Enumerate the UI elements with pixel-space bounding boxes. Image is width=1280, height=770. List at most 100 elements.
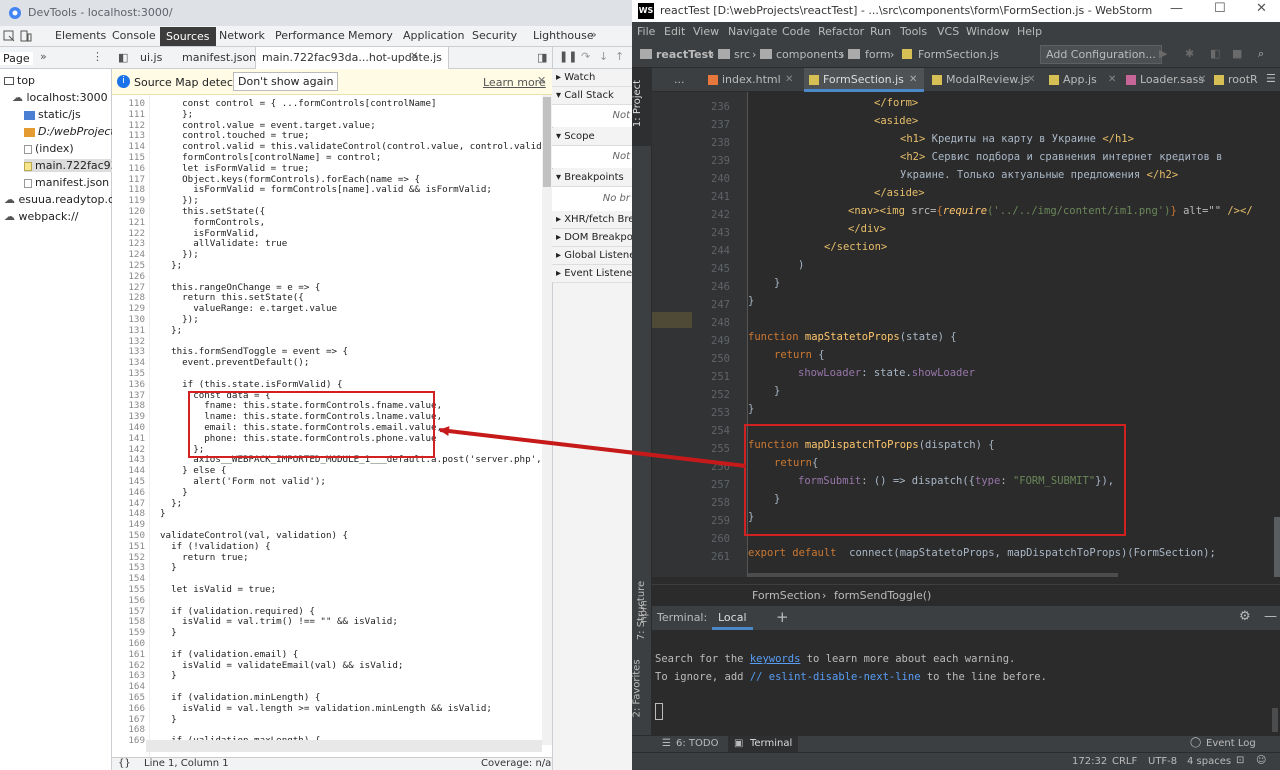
gutter-line-number[interactable]: 258	[692, 497, 730, 509]
line-number[interactable]: 127	[112, 282, 145, 293]
code-scrollbar-track[interactable]	[542, 95, 552, 745]
nav-file[interactable]: FormSection.js	[918, 48, 999, 61]
more-icon[interactable]: »	[40, 50, 47, 63]
debug-icon[interactable]: ✱	[1185, 47, 1194, 60]
line-number[interactable]: 138	[112, 400, 145, 411]
event-log-button[interactable]: Event Log	[1206, 738, 1256, 749]
close-tab-icon[interactable]: ✕	[1027, 74, 1035, 85]
gear-icon[interactable]: ⚙	[1239, 609, 1251, 624]
gutter-line-number[interactable]: 240	[692, 173, 730, 185]
line-number[interactable]: 114	[112, 141, 145, 152]
line-number[interactable]: 156	[112, 595, 145, 606]
pretty-print-icon[interactable]: {}	[118, 758, 131, 769]
tab-performance[interactable]: Performance	[275, 29, 345, 42]
step-into-icon[interactable]: ↓	[599, 50, 608, 63]
tree-item-webpack[interactable]: ☁ webpack://	[4, 210, 79, 223]
line-number[interactable]: 143	[112, 454, 145, 465]
line-number[interactable]: 135	[112, 368, 145, 379]
nav-src[interactable]: src	[734, 48, 750, 61]
xhr-breakpoints-section[interactable]: ▸ XHR/fetch Brea	[552, 211, 632, 229]
line-number[interactable]: 119	[112, 195, 145, 206]
line-number[interactable]: 137	[112, 390, 145, 401]
nav-form[interactable]: form	[865, 48, 891, 61]
gutter-line-number[interactable]: 257	[692, 479, 730, 491]
terminal-tab-local[interactable]: Local	[712, 606, 753, 630]
gutter-line-number[interactable]: 254	[692, 425, 730, 437]
close-infobar-icon[interactable]: ✕	[537, 74, 546, 87]
gutter-line-number[interactable]: 248	[692, 317, 730, 329]
menu-edit[interactable]: Edit	[664, 25, 685, 38]
nav-project[interactable]: reactTest	[656, 48, 713, 61]
line-number[interactable]: 154	[112, 573, 145, 584]
file-tab-ui-js[interactable]: ui.js	[140, 51, 162, 64]
navigator-page-tab[interactable]: Page	[0, 52, 33, 65]
line-number[interactable]: 130	[112, 314, 145, 325]
line-number[interactable]: 167	[112, 714, 145, 725]
line-number[interactable]: 152	[112, 552, 145, 563]
menu-vcs[interactable]: VCS	[937, 25, 959, 38]
gutter-line-number[interactable]: 252	[692, 389, 730, 401]
call-stack-section[interactable]: ▾ Call Stack	[552, 87, 632, 105]
line-number[interactable]: 150	[112, 530, 145, 541]
terminal-scrollbar[interactable]	[1272, 708, 1278, 732]
gutter-line-number[interactable]: 251	[692, 371, 730, 383]
gutter-line-number[interactable]: 255	[692, 443, 730, 455]
tool-todo[interactable]: 6: TODO	[676, 738, 718, 749]
device-toggle-icon[interactable]	[20, 30, 32, 42]
line-separator[interactable]: CRLF	[1112, 756, 1137, 767]
tab-application[interactable]: Application	[403, 29, 464, 42]
line-number[interactable]: 162	[112, 660, 145, 671]
gutter-line-number[interactable]: 259	[692, 515, 730, 527]
menu-refactor[interactable]: Refactor	[818, 25, 864, 38]
line-number[interactable]: 148	[112, 508, 145, 519]
line-number[interactable]: 128	[112, 292, 145, 303]
horizontal-scrollbar[interactable]	[146, 740, 542, 752]
menu-view[interactable]: View	[693, 25, 719, 38]
line-number[interactable]: 125	[112, 260, 145, 271]
editor-hscrollbar[interactable]	[748, 573, 1118, 577]
watch-section[interactable]: ▸ Watch	[552, 69, 632, 87]
maximize-icon[interactable]: ☐	[1214, 1, 1226, 16]
search-everywhere-icon[interactable]: ⌕	[1258, 47, 1264, 61]
toggle-navigator-icon[interactable]: ◧	[118, 51, 128, 64]
tree-item-manifest[interactable]: manifest.json	[24, 176, 109, 189]
tree-item-index[interactable]: (index)	[24, 142, 74, 155]
menu-file[interactable]: File	[637, 25, 655, 38]
line-number[interactable]: 131	[112, 325, 145, 336]
gutter-line-number[interactable]: 249	[692, 335, 730, 347]
tab-memory[interactable]: Memory	[348, 29, 393, 42]
gutter-line-number[interactable]: 237	[692, 119, 730, 131]
editor-tab-index-html[interactable]: index.html	[722, 73, 781, 86]
close-tab-icon[interactable]: ✕	[410, 51, 418, 62]
hide-panel-icon[interactable]: —	[1264, 609, 1277, 624]
line-number[interactable]: 155	[112, 584, 145, 595]
line-number[interactable]: 149	[112, 519, 145, 530]
gutter-line-number[interactable]: 241	[692, 191, 730, 203]
editor-tab-more[interactable]: ...	[674, 73, 685, 86]
gutter-line-number[interactable]: 238	[692, 137, 730, 149]
navigator-menu-icon[interactable]: ⋮	[92, 50, 103, 63]
lock-icon[interactable]: ⊡	[1236, 755, 1244, 766]
line-number[interactable]: 165	[112, 692, 145, 703]
line-number[interactable]: 157	[112, 606, 145, 617]
line-number[interactable]: 110	[112, 98, 145, 109]
run-icon[interactable]: ▶	[1159, 47, 1167, 60]
line-number[interactable]: 160	[112, 638, 145, 649]
line-number[interactable]: 111	[112, 109, 145, 120]
line-number[interactable]: 166	[112, 703, 145, 714]
gutter-line-number[interactable]: 256	[692, 461, 730, 473]
line-number[interactable]: 123	[112, 238, 145, 249]
add-configuration-button[interactable]: Add Configuration...	[1040, 45, 1162, 64]
line-number[interactable]: 141	[112, 433, 145, 444]
menu-help[interactable]: Help	[1017, 25, 1042, 38]
line-number[interactable]: 140	[112, 422, 145, 433]
tree-item-top[interactable]: top	[4, 74, 35, 87]
line-number[interactable]: 118	[112, 184, 145, 195]
file-tab-main-hot-update[interactable]: main.722fac93da...hot-update.js	[255, 47, 449, 69]
coverage-icon[interactable]: ◧	[1210, 47, 1220, 60]
line-number[interactable]: 168	[112, 724, 145, 735]
line-number[interactable]: 139	[112, 411, 145, 422]
line-number[interactable]: 113	[112, 130, 145, 141]
terminal-output[interactable]: Search for the keywords to learn more ab…	[652, 630, 1280, 733]
gutter-line-number[interactable]: 247	[692, 299, 730, 311]
